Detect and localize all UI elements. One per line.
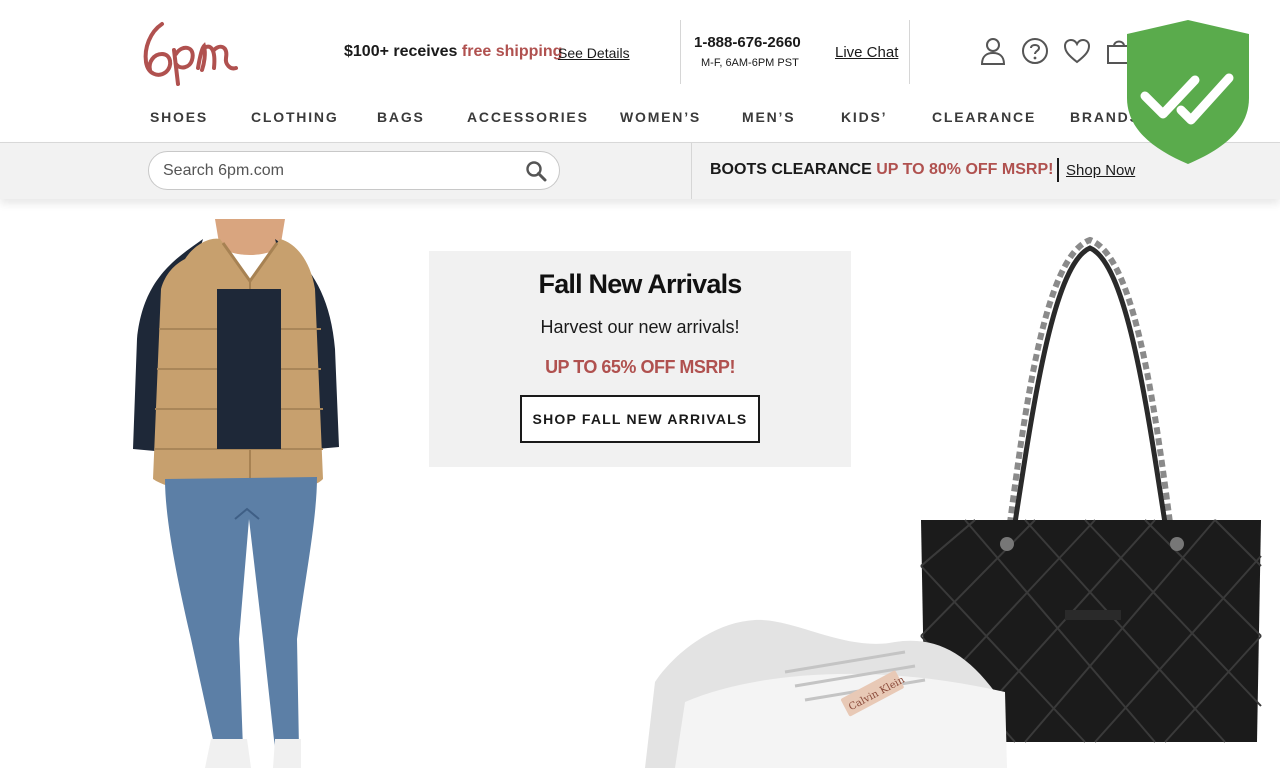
nav-item-bags[interactable]: BAGS — [377, 109, 425, 125]
support-hours: M-F, 6AM-6PM PST — [701, 57, 799, 69]
hero-offer: UP TO 65% OFF MSRP! — [545, 357, 735, 377]
nav-item-clothing[interactable]: CLOTHING — [251, 109, 339, 125]
shield-double-check-icon[interactable] — [1125, 18, 1251, 166]
help-icon[interactable] — [1020, 36, 1050, 66]
header-divider — [909, 20, 910, 84]
nav-item-accessories[interactable]: ACCESSORIES — [467, 109, 589, 125]
hero-sneaker-image[interactable]: Calvin Klein — [645, 612, 1007, 768]
account-icon[interactable] — [978, 36, 1008, 66]
band-divider — [691, 143, 692, 199]
hero-title: Fall New Arrivals — [538, 269, 743, 299]
header: $100+ receives free shipping See Details… — [0, 0, 1280, 100]
hero-model-image[interactable] — [125, 219, 350, 768]
logo-6pm[interactable] — [140, 18, 242, 86]
nav-item-kids[interactable]: KIDS’ — [841, 109, 887, 125]
nav-item-mens[interactable]: MEN’S — [742, 109, 795, 125]
nav-item-womens[interactable]: WOMEN’S — [620, 109, 701, 125]
shipping-promo-prefix: $100+ receives — [344, 43, 458, 60]
phone-number[interactable]: 1-888-676-2660 — [694, 34, 801, 51]
boots-clearance-accent: UP TO 80% OFF MSRP! — [876, 161, 1054, 178]
nav-item-shoes[interactable]: SHOES — [150, 109, 208, 125]
shipping-promo-accent: free shipping — [461, 43, 563, 60]
favorites-heart-icon[interactable] — [1062, 36, 1092, 66]
band-separator — [1057, 158, 1059, 182]
search-promo-band: BOOTS CLEARANCE UP TO 80% OFF MSRP! Shop… — [0, 143, 1280, 199]
live-chat-link[interactable]: Live Chat — [835, 44, 898, 61]
search-icon[interactable] — [525, 160, 547, 182]
nav-item-clearance[interactable]: CLEARANCE — [932, 109, 1036, 125]
header-divider — [680, 20, 681, 84]
shop-fall-new-arrivals-button[interactable]: SHOP FALL NEW ARRIVALS — [520, 395, 760, 443]
search-input[interactable] — [163, 159, 513, 183]
page: $100+ receives free shipping See Details… — [0, 0, 1280, 768]
main-nav: SHOES CLOTHING BAGS ACCESSORIES WOMEN’S … — [0, 100, 1280, 132]
hero-subtitle: Harvest our new arrivals! — [540, 317, 740, 337]
boots-clearance-prefix: BOOTS CLEARANCE — [710, 161, 872, 178]
hero-promo-box: Fall New Arrivals Harvest our new arriva… — [429, 251, 851, 467]
shipping-promo: $100+ receives free shipping — [344, 43, 562, 61]
see-details-link[interactable]: See Details — [558, 45, 630, 61]
logo-graphic — [143, 22, 238, 86]
boots-clearance-promo: BOOTS CLEARANCE UP TO 80% OFF MSRP! — [710, 161, 1053, 179]
search-box — [148, 151, 560, 190]
